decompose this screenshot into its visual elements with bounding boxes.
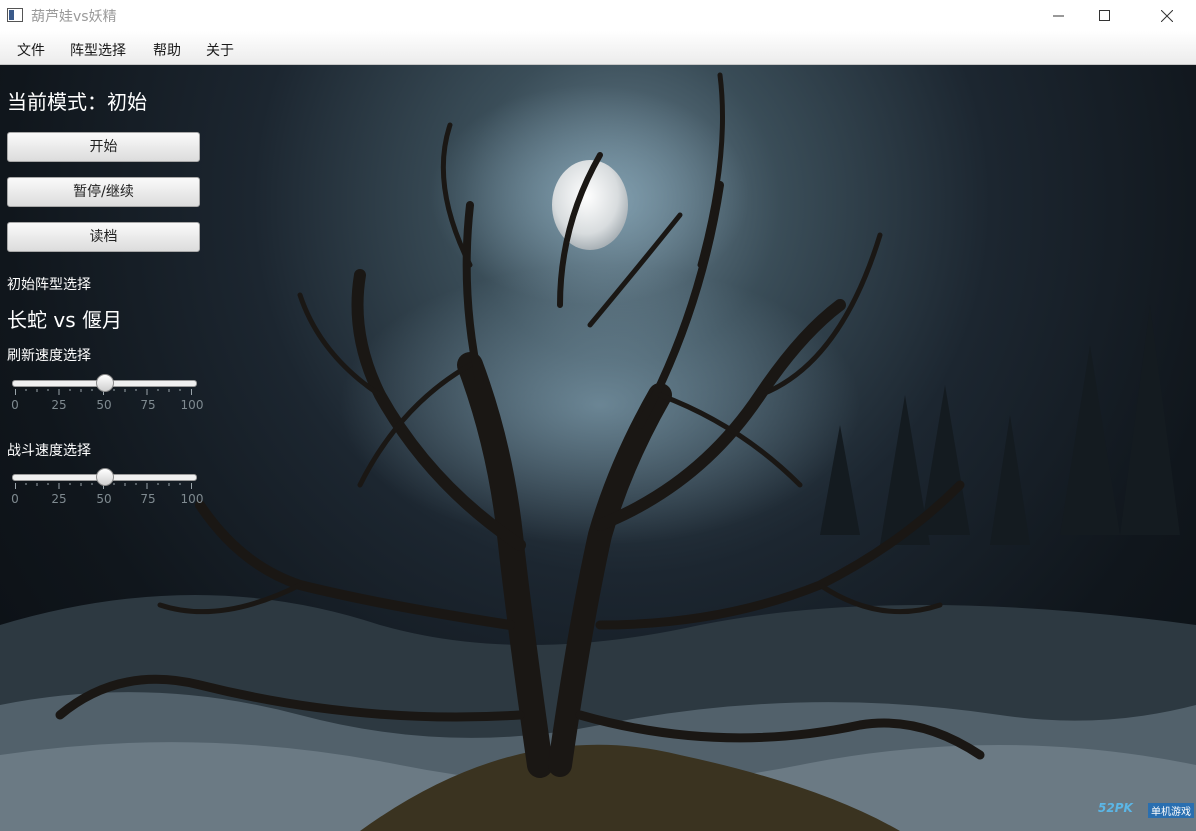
tick-label: 75 — [140, 492, 156, 506]
menu-formation[interactable]: 阵型选择 — [70, 40, 126, 60]
battle-speed-slider[interactable]: 0 25 50 75 100 — [11, 468, 203, 510]
tick-label: 50 — [96, 398, 112, 412]
tick-label: 100 — [180, 492, 204, 506]
menu-file[interactable]: 文件 — [17, 40, 45, 60]
battle-speed-label: 战斗速度选择 — [7, 443, 91, 459]
watermark-logo: 52PK — [1098, 801, 1133, 815]
tick-label: 100 — [180, 398, 204, 412]
close-button[interactable] — [1144, 0, 1190, 31]
window-title: 葫芦娃vs妖精 — [31, 9, 117, 25]
minimize-button[interactable] — [1036, 0, 1082, 31]
formation-value: 长蛇 vs 偃月 — [7, 308, 122, 332]
pause-resume-button[interactable]: 暂停/继续 — [7, 177, 200, 207]
refresh-speed-label: 刷新速度选择 — [7, 348, 91, 364]
load-save-button[interactable]: 读档 — [7, 222, 200, 252]
tick-label: 75 — [140, 398, 156, 412]
tick-label: 50 — [96, 492, 112, 506]
refresh-speed-slider[interactable]: 0 25 50 75 100 — [11, 374, 203, 416]
maximize-icon — [1099, 9, 1110, 21]
current-mode-label: 当前模式：初始 — [7, 90, 147, 114]
menu-about[interactable]: 关于 — [206, 40, 234, 60]
tick-label: 25 — [51, 398, 67, 412]
formation-select-label: 初始阵型选择 — [7, 277, 91, 293]
watermark-caption: 单机游戏 — [1148, 803, 1194, 818]
menu-help[interactable]: 帮助 — [153, 40, 181, 60]
title-bar: 葫芦娃vs妖精 — [0, 0, 1196, 31]
tick-label: 0 — [11, 492, 19, 506]
minimize-icon — [1053, 15, 1064, 16]
maximize-button[interactable] — [1082, 0, 1128, 31]
close-icon — [1161, 9, 1173, 22]
tick-label: 0 — [11, 398, 19, 412]
menu-bar: 文件 阵型选择 帮助 关于 — [0, 31, 1196, 65]
slider-thumb[interactable] — [95, 468, 114, 486]
app-icon — [7, 8, 23, 22]
start-button[interactable]: 开始 — [7, 132, 200, 162]
tick-label: 25 — [51, 492, 67, 506]
slider-thumb[interactable] — [95, 374, 114, 392]
